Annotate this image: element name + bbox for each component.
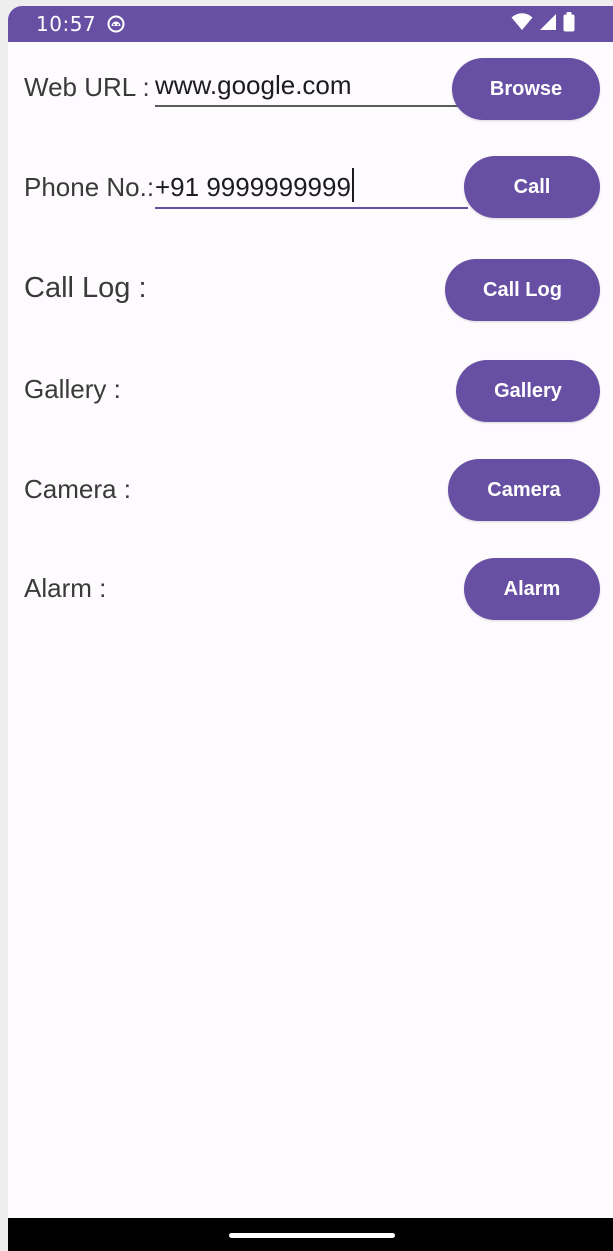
call-log-label: Call Log : xyxy=(24,272,147,304)
navigation-bar xyxy=(8,1218,613,1251)
status-icons xyxy=(511,12,575,36)
home-gesture-handle[interactable] xyxy=(229,1233,395,1238)
gallery-button-label: Gallery xyxy=(494,379,562,402)
camera-button[interactable]: Camera xyxy=(448,459,600,521)
cell-signal-icon xyxy=(539,13,557,35)
camera-label: Camera : xyxy=(24,474,131,504)
alarm-label: Alarm : xyxy=(24,573,107,603)
android-robot-icon xyxy=(107,15,125,33)
web-url-input-value: www.google.com xyxy=(155,70,352,100)
call-log-button[interactable]: Call Log xyxy=(445,259,600,321)
text-caret xyxy=(351,168,354,202)
status-time: 10:57 xyxy=(36,12,97,36)
browse-button[interactable]: Browse xyxy=(452,58,600,120)
phone-label: Phone No.: xyxy=(24,172,155,202)
wifi-icon xyxy=(511,13,533,35)
battery-icon xyxy=(563,12,575,36)
alarm-button-label: Alarm xyxy=(503,577,561,600)
gallery-button[interactable]: Gallery xyxy=(456,360,600,422)
call-button-label: Call xyxy=(513,175,551,198)
phone-input-value: +91 9999999999 xyxy=(155,172,351,202)
web-url-input[interactable]: www.google.com xyxy=(155,70,461,107)
status-bar: 10:57 xyxy=(8,6,613,42)
alarm-button[interactable]: Alarm xyxy=(464,558,600,620)
call-log-button-label: Call Log xyxy=(483,278,562,301)
camera-button-label: Camera xyxy=(487,478,561,501)
call-button[interactable]: Call xyxy=(464,156,600,218)
web-url-label: Web URL : xyxy=(24,72,150,102)
phone-screen: 10:57 Web URL: www.google.com Browse Ph… xyxy=(8,6,613,1251)
gallery-label: Gallery : xyxy=(24,374,121,404)
browse-button-label: Browse xyxy=(489,77,563,100)
phone-input[interactable]: +91 9999999999 xyxy=(155,168,468,209)
